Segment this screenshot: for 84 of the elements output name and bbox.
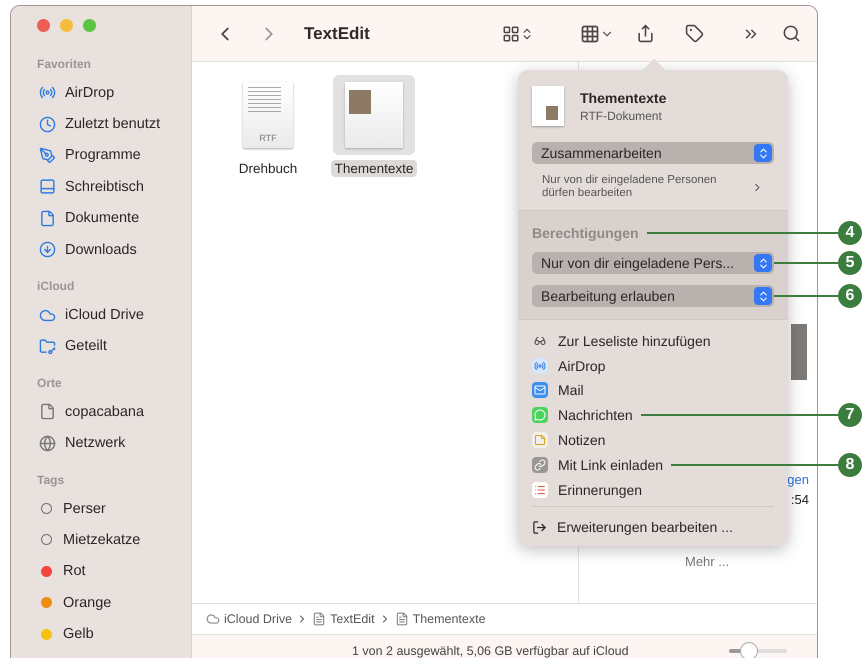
permission-select[interactable]: Bearbeitung erlauben [532, 285, 774, 308]
leader-line [774, 262, 838, 264]
search-icon[interactable] [782, 24, 801, 43]
edit-extensions-item[interactable]: Erweiterungen bearbeiten ... [557, 519, 733, 536]
document-type: RTF-Dokument [580, 108, 663, 122]
sidebar-item[interactable]: Downloads [65, 242, 137, 258]
path-segment[interactable]: TextEdit [330, 612, 375, 626]
zoom-slider[interactable] [729, 642, 787, 658]
permission-select[interactable]: Nur von dir eingeladene Pers... [532, 252, 774, 274]
pen-tool-icon [39, 146, 56, 164]
document-icon [39, 403, 56, 420]
notes-icon [532, 432, 548, 448]
tag-dot [41, 503, 52, 514]
sidebar-item[interactable]: Mietzekatze [63, 532, 140, 548]
callout-number: 6 [838, 284, 862, 308]
preview-text: gen [787, 472, 809, 487]
document-title: Thementexte [580, 90, 666, 106]
file-name[interactable]: Thementexte [330, 160, 418, 177]
sidebar-heading: Favoriten [37, 57, 92, 71]
share-mode-select[interactable]: Zusammenarbeiten [532, 142, 774, 164]
sidebar-item[interactable]: Schreibtisch [65, 178, 144, 195]
share-option[interactable]: Mail [558, 382, 584, 398]
share-option[interactable]: Notizen [558, 432, 606, 448]
tag-icon[interactable] [685, 24, 704, 43]
slider-thumb[interactable] [740, 642, 758, 658]
document-icon [394, 612, 409, 626]
document-icon [39, 210, 56, 227]
path-segment[interactable]: iCloud Drive [224, 612, 292, 626]
leader-line [774, 295, 838, 298]
photo-placeholder [791, 324, 807, 380]
shared-folder-icon [39, 338, 56, 355]
file-name[interactable]: Drehbuch [234, 160, 302, 177]
sidebar-item[interactable]: Perser [63, 500, 106, 517]
callout-number: 5 [838, 251, 862, 276]
sidebar-item[interactable]: Orange [63, 594, 112, 611]
airdrop-icon [532, 358, 548, 374]
download-icon [39, 241, 56, 258]
sidebar-item[interactable]: Zuletzt benutzt [65, 116, 160, 132]
document-icon [312, 612, 326, 626]
sidebar-item[interactable]: iCloud Drive [65, 307, 144, 324]
document-icon: RTF [243, 82, 293, 148]
share-option[interactable]: Erinnerungen [558, 482, 642, 498]
document-thumbnail [532, 86, 564, 126]
share-option[interactable]: Nachrichten [558, 407, 633, 424]
list-icon [532, 482, 548, 498]
mail-icon [532, 382, 548, 398]
section-heading: Berechtigungen [532, 225, 639, 242]
callout-number: 7 [838, 403, 862, 428]
access-note[interactable]: Nur von dir eingeladene Personen dürfen bearbeiten [542, 174, 752, 200]
more-label[interactable]: Mehr ... [685, 554, 730, 569]
tag-dot [41, 534, 52, 546]
sidebar-item[interactable]: Netzwerk [65, 435, 126, 452]
file-icon-tile[interactable]: RTF [227, 75, 309, 155]
sidebar-item[interactable]: Gelb [63, 626, 94, 642]
callout-number: 4 [838, 221, 862, 246]
share-icon[interactable] [636, 24, 655, 43]
desktop-icon [39, 178, 56, 196]
group-icon[interactable] [580, 24, 600, 44]
sidebar-heading: Orte [37, 376, 63, 390]
sidebar-item[interactable]: copacabana [65, 404, 144, 420]
link-icon [532, 456, 548, 473]
share-option[interactable]: AirDrop [558, 358, 606, 374]
window-title: TextEdit [304, 24, 371, 44]
clock-icon [39, 116, 56, 133]
sidebar-item[interactable]: Programme [65, 147, 141, 164]
path-segment[interactable]: Thementexte [412, 612, 486, 626]
grid-view-icon[interactable] [502, 24, 520, 42]
close-button[interactable] [37, 19, 50, 32]
sidebar-heading: Tags [37, 472, 66, 487]
message-icon [532, 407, 548, 424]
cloud-icon [206, 612, 220, 626]
sidebar-item[interactable]: Geteilt [65, 338, 107, 354]
status-text: 1 von 2 ausgewählt, 5,06 GB verfügbar auf iCloud [352, 644, 630, 658]
document-icon [345, 82, 403, 148]
globe-icon [39, 434, 56, 452]
callout-number: 8 [838, 452, 862, 477]
preview-text: :54 [790, 492, 809, 507]
share-option[interactable]: Zur Leseliste hinzufügen [558, 332, 711, 349]
share-option[interactable]: Mit Link einladen [558, 456, 664, 473]
sidebar-heading: iCloud [37, 279, 76, 294]
file-icon-tile[interactable] [333, 75, 415, 155]
sidebar-item[interactable]: AirDrop [65, 84, 114, 101]
sidebar-item[interactable]: Dokumente [65, 210, 140, 226]
sidebar-item[interactable]: Rot [63, 563, 86, 580]
